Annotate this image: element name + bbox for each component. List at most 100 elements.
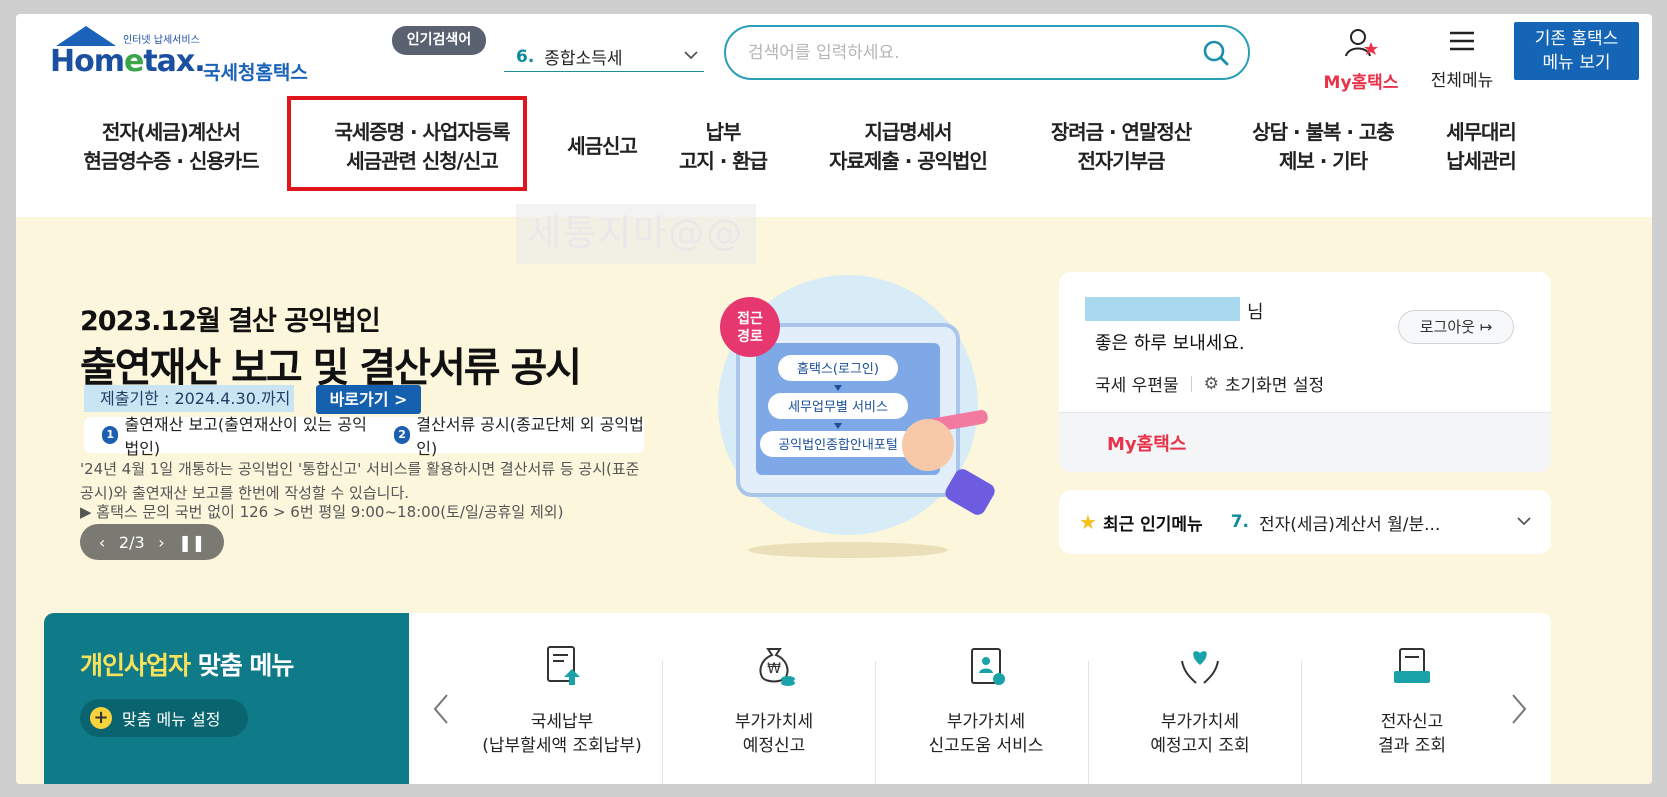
chevron-left-icon[interactable]: ‹ bbox=[99, 533, 105, 552]
banner-subtitle: 2023.12월 결산 공익법인 bbox=[80, 306, 381, 337]
printer-doc-icon bbox=[1394, 648, 1430, 683]
svg-text:₩: ₩ bbox=[767, 661, 781, 677]
item-number-badge: 2 bbox=[393, 426, 411, 444]
user-name-redacted bbox=[1085, 297, 1240, 321]
menu-item-line2: 결과 조회 bbox=[1378, 736, 1446, 756]
custom-menu-title-rest: 맞춤 메뉴 bbox=[190, 651, 295, 680]
menu-item-line1: 부가가치세 bbox=[1160, 712, 1240, 732]
custom-menu-title-accent: 개인사업자 bbox=[80, 651, 191, 680]
user-suffix: 님 bbox=[1247, 302, 1264, 323]
nav-line2: 자료제출 · 공익법인 bbox=[829, 149, 988, 173]
divider bbox=[662, 661, 663, 784]
illus-step3: 공익법인종합안내포털 bbox=[778, 438, 898, 453]
heart-hands-icon bbox=[1181, 651, 1219, 684]
gear-icon: ⚙ bbox=[1203, 373, 1219, 394]
popular-menu-select[interactable]: ★ 최근 인기메뉴 7. 전자(세금)계산서 월/분... bbox=[1059, 490, 1551, 554]
logout-label: 로그아웃 bbox=[1419, 318, 1475, 336]
menu-item-line2: (납부할세액 조회납부) bbox=[482, 736, 642, 756]
nav-item-tax-report[interactable]: 세금신고 bbox=[546, 132, 658, 161]
custom-menu-panel: 개인사업자 맞춤 메뉴 + 맞춤 메뉴 설정 bbox=[44, 613, 409, 784]
old-menu-line2: 메뉴 보기 bbox=[1542, 53, 1611, 73]
logo-sub-text: 국세청홈택스 bbox=[203, 62, 308, 84]
nav-item-statement[interactable]: 지급명세서 자료제출 · 공익법인 bbox=[816, 118, 1000, 176]
plus-icon: + bbox=[90, 707, 112, 729]
nav-line1: 전자(세금)계산서 bbox=[101, 120, 241, 144]
nav-item-agent[interactable]: 세무대리 납세관리 bbox=[1436, 118, 1526, 176]
menu-item-vat-preliminary[interactable]: ₩ 부가가치세 예정신고 bbox=[669, 641, 879, 758]
nav-line2: 전자기부금 bbox=[1077, 149, 1166, 173]
star-icon: ★ bbox=[1079, 510, 1097, 534]
hometax-logo[interactable]: 인터넷 납세서비스 Hometax. 국세청홈택스 bbox=[48, 24, 308, 94]
nav-item-einvoice[interactable]: 전자(세금)계산서 현금영수증 · 신용카드 bbox=[66, 118, 276, 176]
banner-go-button[interactable]: 바로가기 > bbox=[316, 385, 421, 414]
menu-item-line1: 국세납부 bbox=[530, 712, 594, 732]
main-nav: 전자(세금)계산서 현금영수증 · 신용카드 국세증명 · 사업자등록 세금관련… bbox=[16, 96, 1652, 216]
custom-menu-items: 국세납부 (납부할세액 조회납부) ₩ 부가가치세 예정신고 부가가치세 신고도… bbox=[409, 613, 1551, 784]
user-icon bbox=[1345, 29, 1378, 57]
home-setting-link[interactable]: 초기화면 설정 bbox=[1225, 371, 1324, 396]
my-hometax-link[interactable]: My홈택스 bbox=[1107, 430, 1186, 456]
menu-item-line1: 전자신고 bbox=[1380, 712, 1444, 732]
chevron-right-icon[interactable]: › bbox=[158, 533, 164, 552]
user-links: 국세 우편물 ⚙ 초기화면 설정 bbox=[1095, 371, 1324, 397]
divider bbox=[1088, 661, 1089, 784]
document-upload-icon bbox=[547, 646, 580, 685]
item-number-badge: 1 bbox=[102, 426, 119, 444]
pause-icon[interactable]: ❚❚ bbox=[178, 533, 205, 552]
nav-line1: 세무대리 bbox=[1446, 120, 1517, 144]
nav-line1: 세금신고 bbox=[567, 134, 638, 158]
search-input[interactable] bbox=[748, 42, 1188, 63]
tax-mail-link[interactable]: 국세 우편물 bbox=[1095, 371, 1179, 396]
banner-illustration: 홈택스(로그인) 세무업무별 서비스 공익법인종합안내포털 접근 경로 bbox=[718, 275, 995, 558]
divider bbox=[875, 661, 876, 784]
hero-section: 2023.12월 결산 공익법인 출연재산 보고 및 결산서류 공시 제출기한 … bbox=[16, 217, 1652, 784]
menu-item-tax-payment[interactable]: 국세납부 (납부할세액 조회납부) bbox=[457, 641, 667, 758]
illus-step2: 세무업무별 서비스 bbox=[788, 400, 888, 415]
nav-line2: 납세관리 bbox=[1446, 149, 1517, 173]
menu-item-line1: 부가가치세 bbox=[734, 712, 814, 732]
my-hometax-button[interactable]: My홈택스 bbox=[1316, 28, 1406, 93]
search-icon[interactable] bbox=[1202, 39, 1230, 67]
custom-menu-set-button[interactable]: + 맞춤 메뉴 설정 bbox=[80, 699, 248, 737]
popular-search-select[interactable]: 6. 종합소득세 bbox=[504, 42, 704, 72]
old-hometax-menu-button[interactable]: 기존 홈택스 메뉴 보기 bbox=[1514, 22, 1639, 80]
logo-main-text: Hometax. bbox=[50, 44, 206, 79]
document-check-icon bbox=[971, 648, 1005, 685]
nav-highlight-box bbox=[287, 96, 527, 191]
popular-rank: 6. bbox=[516, 46, 535, 67]
menu-item-vat-notice[interactable]: 부가가치세 예정고지 조회 bbox=[1095, 641, 1305, 758]
user-card: 님 좋은 하루 보내세요. 로그아웃 ↦ 국세 우편물 ⚙ 초기화면 설정 My… bbox=[1059, 272, 1551, 472]
user-greeting: 좋은 하루 보내세요. bbox=[1095, 333, 1245, 354]
banner-note-text: '24년 4월 1일 개통하는 공익법인 '통합신고' 서비스를 활용하시면 결… bbox=[80, 460, 640, 502]
user-card-footer: My홈택스 bbox=[1059, 412, 1551, 472]
illus-badge: 접근 bbox=[737, 311, 763, 327]
banner-item-1: 출연재산 보고(출연재산이 있는 공익법인) bbox=[124, 415, 367, 458]
logout-button[interactable]: 로그아웃 ↦ bbox=[1398, 310, 1514, 344]
divider bbox=[1301, 661, 1302, 784]
custom-menu-set-label: 맞춤 메뉴 설정 bbox=[122, 710, 221, 729]
menu-item-e-filing-result[interactable]: 전자신고 결과 조회 bbox=[1307, 641, 1517, 758]
illus-step1: 홈택스(로그인) bbox=[797, 362, 879, 377]
hometax-page: 인터넷 납세서비스 Hometax. 국세청홈택스 인기검색어 6. 종합소득세… bbox=[16, 14, 1652, 784]
menu-item-vat-help[interactable]: 부가가치세 신고도움 서비스 bbox=[881, 641, 1091, 758]
popular-menu-title: 최근 인기메뉴 bbox=[1102, 514, 1203, 535]
chevron-left-icon[interactable] bbox=[431, 693, 451, 725]
nav-item-payment[interactable]: 납부 고지 · 환급 bbox=[668, 118, 778, 176]
custom-menu-title: 개인사업자 맞춤 메뉴 bbox=[80, 646, 295, 682]
banner-item-2: 결산서류 공시(종교단체 외 공익법인) bbox=[416, 415, 644, 458]
popular-term: 종합소득세 bbox=[544, 49, 623, 69]
all-menu-button[interactable]: 전체메뉴 bbox=[1420, 28, 1504, 91]
nav-item-incentive[interactable]: 장려금 · 연말정산 전자기부금 bbox=[1036, 118, 1206, 176]
popular-search-badge: 인기검색어 bbox=[392, 26, 486, 55]
popular-menu-rank: 7. bbox=[1230, 512, 1249, 532]
nav-item-consult[interactable]: 상담 · 불복 · 고충 제보 · 기타 bbox=[1238, 118, 1408, 176]
banner-pager: ‹ 2/3 › ❚❚ bbox=[80, 524, 224, 560]
pager-text: 2/3 bbox=[118, 532, 145, 552]
all-menu-label: 전체메뉴 bbox=[1430, 71, 1494, 91]
menu-item-line1: 부가가치세 bbox=[946, 712, 1026, 732]
nav-line2: 제보 · 기타 bbox=[1278, 149, 1368, 173]
banner-items: 1 출연재산 보고(출연재산이 있는 공익법인) 2 결산서류 공시(종교단체 … bbox=[84, 415, 644, 458]
nav-line1: 지급명세서 bbox=[864, 120, 953, 144]
banner-deadline: 제출기한 : 2024.4.30.까지 bbox=[84, 385, 294, 412]
nav-line1: 장려금 · 연말정산 bbox=[1050, 120, 1192, 144]
